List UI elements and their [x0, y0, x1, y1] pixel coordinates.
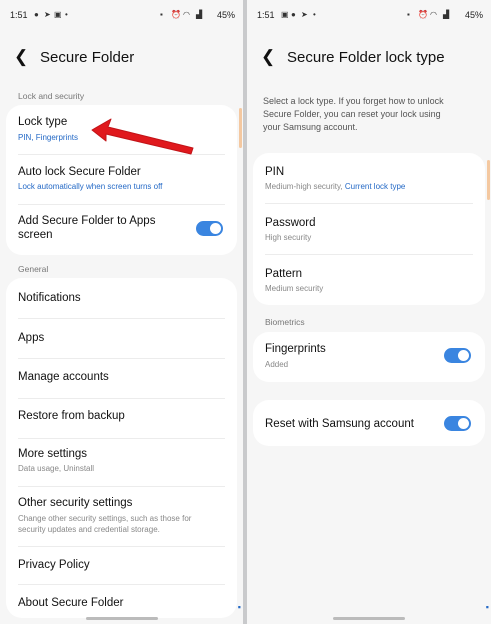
lock-type-title: Lock type — [18, 116, 68, 128]
secure-folder-badge-icon: ▪ — [237, 602, 241, 612]
pattern-title: Pattern — [265, 268, 303, 280]
fingerprints-title: Fingerprints — [265, 343, 326, 355]
back-arrow-icon[interactable]: ❮ — [261, 47, 275, 67]
add-to-apps-toggle[interactable] — [196, 221, 223, 236]
dot-icon: • — [313, 10, 316, 19]
manage-accounts-title: Manage accounts — [18, 371, 109, 383]
toggle-knob — [458, 350, 469, 361]
battery-level: 45% — [216, 10, 235, 20]
biometrics-card: Fingerprints Added — [253, 332, 485, 382]
auto-lock-value: Lock automatically when screen turns off — [18, 182, 163, 191]
toggle-knob — [210, 223, 221, 234]
privacy-policy-row[interactable]: Privacy Policy — [6, 546, 237, 584]
pin-security-level: Medium-high security, — [265, 182, 345, 191]
page-title: Secure Folder lock type — [287, 49, 445, 66]
privacy-policy-title: Privacy Policy — [18, 559, 90, 571]
auto-lock-row[interactable]: Auto lock Secure Folder Lock automatical… — [6, 155, 237, 205]
home-indicator — [85, 617, 158, 620]
add-to-apps-title-line2: screen — [18, 229, 53, 241]
lock-type-row[interactable]: Lock type PIN, Fingerprints — [6, 105, 237, 155]
gallery-icon: ▣ — [54, 10, 62, 19]
lock-type-description: Select a lock type. If you forget how to… — [263, 95, 471, 134]
reset-samsung-title: Reset with Samsung account — [265, 418, 414, 430]
apps-title: Apps — [18, 332, 45, 344]
wifi-icon: ◠ — [430, 10, 437, 19]
more-settings-row[interactable]: More settings Data usage, Uninstall — [6, 438, 237, 486]
lock-options-card: PIN Medium-high security, Current lock t… — [253, 153, 485, 305]
reset-samsung-toggle[interactable] — [444, 416, 471, 431]
auto-lock-title: Auto lock Secure Folder — [18, 166, 141, 178]
status-bar: 1:51 ● ➤ ▣ • ▪ ⏰ ◠ ▟ 45% — [0, 0, 243, 28]
add-to-apps-title-line1: Add Secure Folder to Apps — [18, 215, 156, 227]
lock-option-pattern[interactable]: Pattern Medium security — [253, 254, 485, 305]
current-lock-type-label: Current lock type — [344, 182, 406, 191]
notifications-row[interactable]: Notifications — [6, 278, 237, 318]
lock-type-screen: 1:51 ▣ ● ➤ • ▪ ⏰ ◠ ▟ 45% ❮ Secure Folder… — [247, 0, 491, 624]
app-bar: ❮ Secure Folder — [0, 44, 243, 74]
about-row[interactable]: About Secure Folder — [6, 584, 237, 618]
secure-folder-settings-screen: 1:51 ● ➤ ▣ • ▪ ⏰ ◠ ▟ 45% ❮ Secure Folder… — [0, 0, 243, 624]
description-line: Select a lock type. If you forget how to… — [263, 96, 444, 106]
status-bar: 1:51 ▣ ● ➤ • ▪ ⏰ ◠ ▟ 45% — [247, 0, 491, 28]
telegram-icon: ➤ — [301, 10, 308, 19]
signal-icon: ▟ — [196, 10, 203, 19]
alarm-icon: ⏰ — [418, 10, 428, 19]
section-header-biometrics: Biometrics — [265, 317, 305, 327]
secure-folder-badge-icon: ▪ — [485, 602, 489, 612]
scroll-indicator[interactable] — [487, 160, 490, 200]
add-to-apps-row[interactable]: Add Secure Folder to Apps screen — [6, 205, 237, 255]
scroll-indicator[interactable] — [239, 108, 242, 148]
notifications-title: Notifications — [18, 292, 81, 304]
alarm-icon: ⏰ — [171, 10, 181, 19]
restore-backup-row[interactable]: Restore from backup — [6, 398, 237, 438]
other-security-row[interactable]: Other security settings Change other sec… — [6, 486, 237, 546]
section-header-general: General — [18, 264, 49, 274]
section-header-lock-security: Lock and security — [18, 91, 85, 101]
manage-accounts-row[interactable]: Manage accounts — [6, 358, 237, 398]
messenger-icon: ● — [291, 10, 296, 19]
page-title: Secure Folder — [40, 49, 135, 66]
fingerprints-row[interactable]: Fingerprints Added — [253, 332, 485, 382]
pin-sub: Medium-high security, Current lock type — [265, 182, 405, 191]
pin-title: PIN — [265, 166, 285, 178]
reset-samsung-row[interactable]: Reset with Samsung account — [253, 400, 485, 446]
lock-type-value: PIN, Fingerprints — [18, 133, 79, 142]
home-indicator — [333, 617, 405, 620]
status-time: 1:51 — [10, 10, 28, 20]
status-time: 1:51 — [257, 10, 275, 20]
back-arrow-icon[interactable]: ❮ — [14, 47, 28, 67]
fingerprints-toggle[interactable] — [444, 348, 471, 363]
other-security-sub-line2: security updates and credential storage. — [18, 525, 160, 534]
wifi-icon: ◠ — [183, 10, 190, 19]
battery-level: 45% — [464, 10, 483, 20]
secure-folder-status-icon: ▪ — [407, 10, 410, 19]
lock-option-password[interactable]: Password High security — [253, 203, 485, 254]
description-line: your Samsung account. — [263, 122, 358, 132]
signal-icon: ▟ — [443, 10, 450, 19]
lock-option-pin[interactable]: PIN Medium-high security, Current lock t… — [253, 153, 485, 203]
more-settings-sub: Data usage, Uninstall — [18, 464, 95, 473]
restore-backup-title: Restore from backup — [18, 410, 125, 422]
about-title: About Secure Folder — [18, 597, 124, 609]
toggle-knob — [458, 418, 469, 429]
apps-row[interactable]: Apps — [6, 318, 237, 358]
password-sub: High security — [265, 233, 312, 242]
other-security-title: Other security settings — [18, 497, 133, 509]
other-security-sub-line1: Change other security settings, such as … — [18, 514, 192, 523]
telegram-icon: ➤ — [44, 10, 51, 19]
gallery-icon: ▣ — [281, 10, 289, 19]
more-settings-title: More settings — [18, 448, 88, 460]
pattern-sub: Medium security — [265, 284, 324, 293]
app-bar: ❮ Secure Folder lock type — [247, 44, 491, 74]
general-card: Notifications Apps Manage accounts Resto… — [6, 278, 237, 618]
dot-icon: • — [65, 10, 68, 19]
messenger-icon: ● — [34, 10, 39, 19]
password-title: Password — [265, 217, 316, 229]
description-line: Secure Folder, you can reset your lock u… — [263, 109, 441, 119]
secure-folder-status-icon: ▪ — [160, 10, 163, 19]
lock-security-card: Lock type PIN, Fingerprints Auto lock Se… — [6, 105, 237, 255]
reset-card: Reset with Samsung account — [253, 400, 485, 446]
fingerprints-sub: Added — [265, 360, 289, 369]
